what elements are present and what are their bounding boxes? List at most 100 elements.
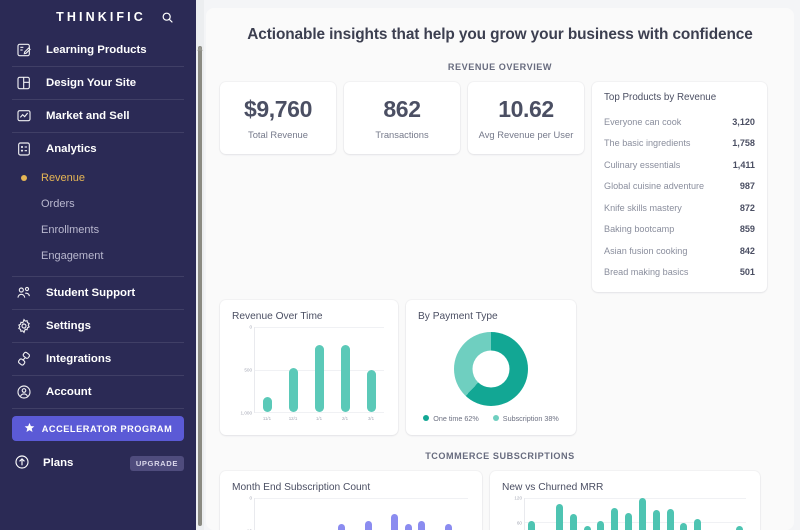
gridline: [255, 412, 384, 413]
stat-card-total-revenue: $9,760 Total Revenue: [220, 82, 336, 154]
sidebar-item-account[interactable]: Account: [0, 376, 196, 408]
sidebar-item-label: Design Your Site: [46, 77, 137, 89]
sidebar-subitem-orders[interactable]: Orders: [0, 191, 196, 217]
top-product-value: 3,120: [732, 116, 755, 127]
bar-positive: [528, 521, 536, 530]
top-product-value: 1,411: [732, 159, 755, 170]
chart-title: Month End Subscription Count: [232, 482, 371, 493]
top-product-value: 501: [739, 267, 755, 278]
accelerator-program-button[interactable]: ACCELERATOR PROGRAM: [12, 416, 184, 441]
sidebar-item-market-and-sell[interactable]: Market and Sell: [0, 100, 196, 132]
sidebar-item-student-support[interactable]: Student Support: [0, 277, 196, 309]
divider: [12, 408, 184, 409]
bar-column: [694, 498, 702, 530]
thinkific-logo: THINKIFIC: [56, 10, 146, 24]
page-title: Actionable insights that help you grow y…: [247, 26, 753, 43]
sidebar-header: THINKIFIC: [0, 0, 196, 34]
y-axis: 120600-60-120: [502, 496, 524, 530]
bar-column: [528, 498, 536, 530]
top-product-name: Baking bootcamp: [604, 224, 675, 235]
bar-positive: [625, 513, 633, 530]
sidebar-item-integrations[interactable]: Integrations: [0, 343, 196, 375]
bar: [391, 514, 399, 530]
legend-dot: [423, 415, 430, 421]
top-products-title: Top Products by Revenue: [604, 92, 717, 103]
top-products-list: Everyone can cook 3,120 The basic ingredie…: [604, 111, 755, 283]
y-axis: 0102030: [232, 496, 254, 530]
sidebar-item-learning-products[interactable]: Learning Products: [0, 34, 196, 66]
sidebar-subitem-revenue[interactable]: Revenue: [0, 165, 196, 191]
top-product-name: Bread making basics: [604, 267, 689, 278]
legend-dot: [492, 415, 499, 421]
bar-positive: [652, 510, 660, 530]
plot-area: [524, 498, 746, 530]
sidebar-subitem-label: Engagement: [41, 250, 104, 262]
revenue-overview-section-label: REVENUE OVERVIEW: [447, 62, 553, 72]
legend-label: One time 62%: [433, 413, 479, 423]
month-end-subscription-count-card: Month End Subscription Count 0102030Janu…: [220, 471, 482, 530]
bar-positive: [569, 514, 577, 530]
star-icon: [24, 422, 35, 435]
x-tick-label: 11/1: [262, 416, 272, 421]
sidebar-subitem-enrollments[interactable]: Enrollments: [0, 217, 196, 243]
revenue-overview-row: $9,760 Total Revenue 862 Transactions 10…: [220, 82, 780, 292]
sidebar-item-analytics[interactable]: Analytics: [0, 133, 196, 165]
bar-column: [652, 498, 660, 530]
stat-label: Avg Revenue per User: [478, 129, 574, 140]
top-product-row: Bread making basics 501: [604, 262, 755, 284]
sidebar-item-plans[interactable]: Plans UPGRADE: [0, 447, 196, 479]
sidebar-item-label: Learning Products: [46, 44, 147, 56]
bar-column: [680, 498, 688, 530]
bar-positive: [611, 508, 619, 530]
stat-label: Total Revenue: [248, 129, 308, 140]
page-scrollbar-thumb[interactable]: [198, 46, 202, 526]
sidebar-subitem-engagement[interactable]: Engagement: [0, 243, 196, 269]
top-product-row: Everyone can cook 3,120: [604, 111, 755, 133]
sidebar-item-label: Analytics: [46, 143, 97, 155]
top-product-name: Global cuisine adventure: [604, 181, 705, 192]
accelerator-program-label: ACCELERATOR PROGRAM: [41, 423, 173, 434]
top-product-name: Asian fusion cooking: [604, 245, 688, 256]
payment-type-legend: One time 62% Subscription 38%: [423, 413, 559, 423]
legend-label: Subscription 38%: [502, 413, 559, 423]
revenue-over-time-chart: 0 500 1,000 11/1 12/1 1/1 2/1 3/1: [232, 325, 386, 427]
legend-item: One time 62%: [423, 414, 479, 423]
bar: [340, 344, 350, 412]
sidebar-item-settings[interactable]: Settings: [0, 310, 196, 342]
bar-column: [638, 498, 646, 530]
x-tick-label: 2/1: [341, 416, 349, 421]
chart-title: New vs Churned MRR: [502, 482, 604, 493]
sidebar-item-label: Market and Sell: [46, 110, 130, 122]
revenue-charts-row: Revenue Over Time 0 500 1,000 11/1 12/1 1/1 2/…: [220, 300, 780, 435]
top-product-value: 1,758: [732, 138, 755, 149]
search-icon[interactable]: [160, 9, 176, 25]
stat-cards-group: $9,760 Total Revenue 862 Transactions 10…: [220, 82, 584, 292]
top-product-row: Culinary essentials 1,411: [604, 154, 755, 176]
top-product-row: Asian fusion cooking 842: [604, 240, 755, 262]
x-tick-label: 1/1: [315, 416, 323, 421]
bar-group: [255, 327, 384, 412]
y-tick-label: 1,000: [240, 410, 253, 416]
stat-value: 862: [383, 96, 421, 122]
dashboard-panel: Actionable insights that help you grow y…: [206, 8, 794, 530]
bar-column: [708, 498, 715, 530]
bar: [444, 523, 452, 530]
new-vs-churned-mrr-card: New vs Churned MRR 120600-60-120JanuaryA…: [490, 471, 760, 530]
bar: [366, 369, 376, 412]
bar-column: [597, 498, 605, 530]
chart-title: By Payment Type: [418, 311, 498, 322]
upgrade-badge[interactable]: UPGRADE: [129, 455, 184, 471]
plot-area: [254, 498, 468, 530]
bar-column: [735, 498, 743, 530]
sidebar-item-design-your-site[interactable]: Design Your Site: [0, 67, 196, 99]
x-axis: 11/1 12/1 1/1 2/1 3/1: [254, 414, 384, 427]
top-product-value: 859: [739, 224, 755, 235]
bar-positive: [735, 526, 743, 530]
bar-column: [542, 498, 549, 530]
scroll-up-arrow-icon[interactable]: [196, 40, 204, 51]
sidebar-item-label: Plans: [43, 457, 74, 469]
top-product-name: Knife skills mastery: [604, 202, 682, 213]
bar-column: [556, 498, 564, 530]
legend-item: Subscription 38%: [492, 413, 559, 423]
integrations-icon: [14, 350, 33, 369]
